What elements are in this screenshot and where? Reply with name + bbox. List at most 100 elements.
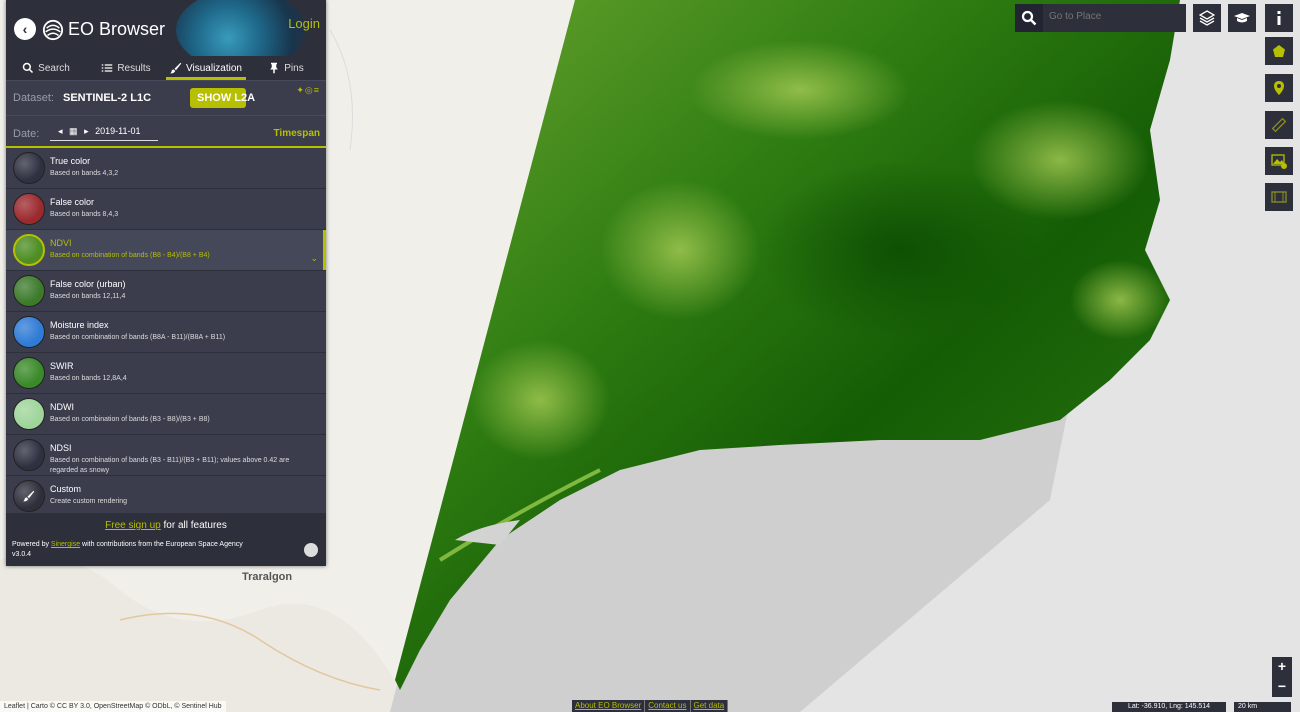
layer-name: Custom [50, 484, 82, 494]
next-date-icon[interactable]: ▸ [84, 126, 89, 137]
signup-line: Free sign up for all features [6, 520, 326, 531]
layer-thumbnail [13, 193, 45, 225]
layer-name: True color [50, 156, 91, 166]
powered-by-prefix: Powered by [12, 541, 51, 548]
layer-thumbnail [13, 316, 45, 348]
layer-name: NDVI [50, 238, 72, 248]
hide-icon[interactable]: ◎ [305, 85, 314, 95]
tab-results[interactable]: Results [86, 56, 166, 80]
download-image-button[interactable] [1265, 147, 1293, 175]
collapse-panel-button[interactable]: ‹ [14, 18, 36, 40]
search-icon [1021, 10, 1037, 26]
draw-area-button[interactable] [1265, 37, 1293, 65]
layer-thumbnail [13, 480, 45, 512]
measure-button[interactable] [1265, 111, 1293, 139]
place-search [1015, 4, 1186, 32]
expand-chevron-icon[interactable]: ⌄ [310, 253, 318, 264]
layer-item[interactable]: False color (urban) Based on bands 12,11,… [6, 271, 326, 312]
free-signup-link[interactable]: Free sign up [105, 520, 161, 531]
layer-thumbnail [13, 439, 45, 471]
layer-item[interactable]: False color Based on bands 8,4,3 [6, 189, 326, 230]
brush-icon [170, 62, 182, 74]
education-mode-button[interactable] [1228, 4, 1256, 32]
place-search-input[interactable] [1047, 10, 1185, 23]
layer-item[interactable]: SWIR Based on bands 12,8A,4 [6, 353, 326, 394]
sidebar-panel: ‹ EO Browser Login Search Results Visual… [6, 0, 326, 566]
layer-item[interactable]: NDWI Based on combination of bands (B3 - … [6, 394, 326, 435]
settings-icon[interactable]: ≡ [314, 85, 320, 95]
prev-date-icon[interactable]: ◂ [58, 126, 63, 137]
date-picker[interactable]: ◂ ▦ ▸ 2019-11-01 [50, 126, 158, 141]
date-row: Date: ◂ ▦ ▸ 2019-11-01 Timespan [6, 116, 326, 148]
tab-visualization-label: Visualization [186, 62, 242, 74]
layers-icon [1199, 10, 1215, 26]
layer-description: Based on bands 4,3,2 [50, 170, 119, 177]
layer-list: True color Based on bands 4,3,2 False colo… [6, 148, 326, 517]
layer-item[interactable]: NDVI Based on combination of bands (B8 - … [6, 230, 326, 271]
list-icon [102, 64, 113, 72]
zoom-in-button[interactable]: + [1272, 657, 1292, 677]
search-button[interactable] [1015, 4, 1043, 32]
date-label: Date: [13, 128, 40, 140]
login-link[interactable]: Login [288, 16, 320, 31]
panel-tabs: Search Results Visualization Pins [6, 56, 326, 81]
layer-thumbnail [13, 152, 45, 184]
ruler-icon [1271, 117, 1287, 133]
powered-by-suffix: with contributions from the European Spa… [80, 541, 243, 548]
panel-header: ‹ EO Browser Login [6, 0, 326, 56]
layer-item[interactable]: True color Based on bands 4,3,2 [6, 148, 326, 189]
info-button[interactable] [1265, 4, 1293, 32]
layer-name: NDSI [50, 443, 72, 453]
layer-description: Create custom rendering [50, 498, 128, 505]
tab-search[interactable]: Search [6, 56, 86, 80]
eo-browser-logo-icon [42, 19, 64, 41]
layer-item[interactable]: Custom Create custom rendering [6, 476, 326, 517]
layer-item[interactable]: NDSI Based on combination of bands (B3 - … [6, 435, 326, 476]
tab-search-label: Search [38, 62, 70, 74]
scale-bar: 20 km [1234, 702, 1291, 712]
date-value[interactable]: 2019-11-01 [95, 126, 140, 136]
zoom-out-button[interactable]: − [1272, 677, 1292, 697]
layer-name: Moisture index [50, 320, 109, 330]
layer-description: Based on bands 12,8A,4 [50, 375, 127, 382]
tab-pins[interactable]: Pins [246, 56, 326, 80]
coordinates-readout: Lat: -36.910, Lng: 145.514 [1112, 702, 1226, 712]
map-place-label: Traralgon [242, 571, 293, 583]
esa-logo-icon [304, 543, 318, 557]
dataset-name: SENTINEL-2 L1C [63, 92, 152, 104]
contact-link[interactable]: Contact us [645, 700, 691, 712]
place-marker-button[interactable] [1265, 74, 1293, 102]
header-globe-image [176, 0, 306, 56]
pin-icon[interactable]: ✦ [296, 85, 305, 95]
layer-name: False color (urban) [50, 279, 126, 289]
tab-pins-label: Pins [284, 62, 304, 74]
layer-description: Based on combination of bands (B3 - B11)… [50, 457, 290, 474]
layers-button[interactable] [1193, 4, 1221, 32]
map-attribution[interactable]: Leaflet | Carto © CC BY 3.0, OpenStreetM… [0, 701, 226, 712]
app-version: v3.0.4 [12, 551, 32, 558]
pentagon-icon [1273, 45, 1285, 57]
get-data-link[interactable]: Get data [691, 700, 729, 712]
timelapse-button[interactable] [1265, 183, 1293, 211]
layer-description: Based on bands 12,11,4 [50, 293, 126, 300]
powered-by-text: Powered by Sinergise with contributions … [12, 540, 243, 560]
layer-description: Based on bands 8,4,3 [50, 211, 119, 218]
timespan-toggle[interactable]: Timespan [274, 128, 321, 139]
layer-description: Based on combination of bands (B3 - B8)/… [50, 416, 210, 423]
tab-visualization[interactable]: Visualization [166, 56, 246, 80]
layer-name: SWIR [50, 361, 74, 371]
sinergise-link[interactable]: Sinergise [51, 541, 80, 548]
graduation-cap-icon [1234, 13, 1250, 23]
layer-thumbnail [13, 398, 45, 430]
info-icon [1277, 11, 1281, 25]
about-link[interactable]: About EO Browser [572, 700, 646, 712]
panel-footer: Free sign up for all features Powered by… [6, 513, 326, 566]
brush-icon [23, 490, 35, 502]
pin-icon [270, 62, 279, 74]
calendar-icon[interactable]: ▦ [69, 126, 78, 137]
show-l2a-button[interactable]: SHOW L2A [190, 88, 255, 108]
layer-description: Based on combination of bands (B8 - B4)/… [50, 252, 210, 259]
bottom-links: About EO Browser Contact us Get data [572, 700, 729, 712]
layer-item[interactable]: Moisture index Based on combination of ba… [6, 312, 326, 353]
layer-name: False color [50, 197, 95, 207]
